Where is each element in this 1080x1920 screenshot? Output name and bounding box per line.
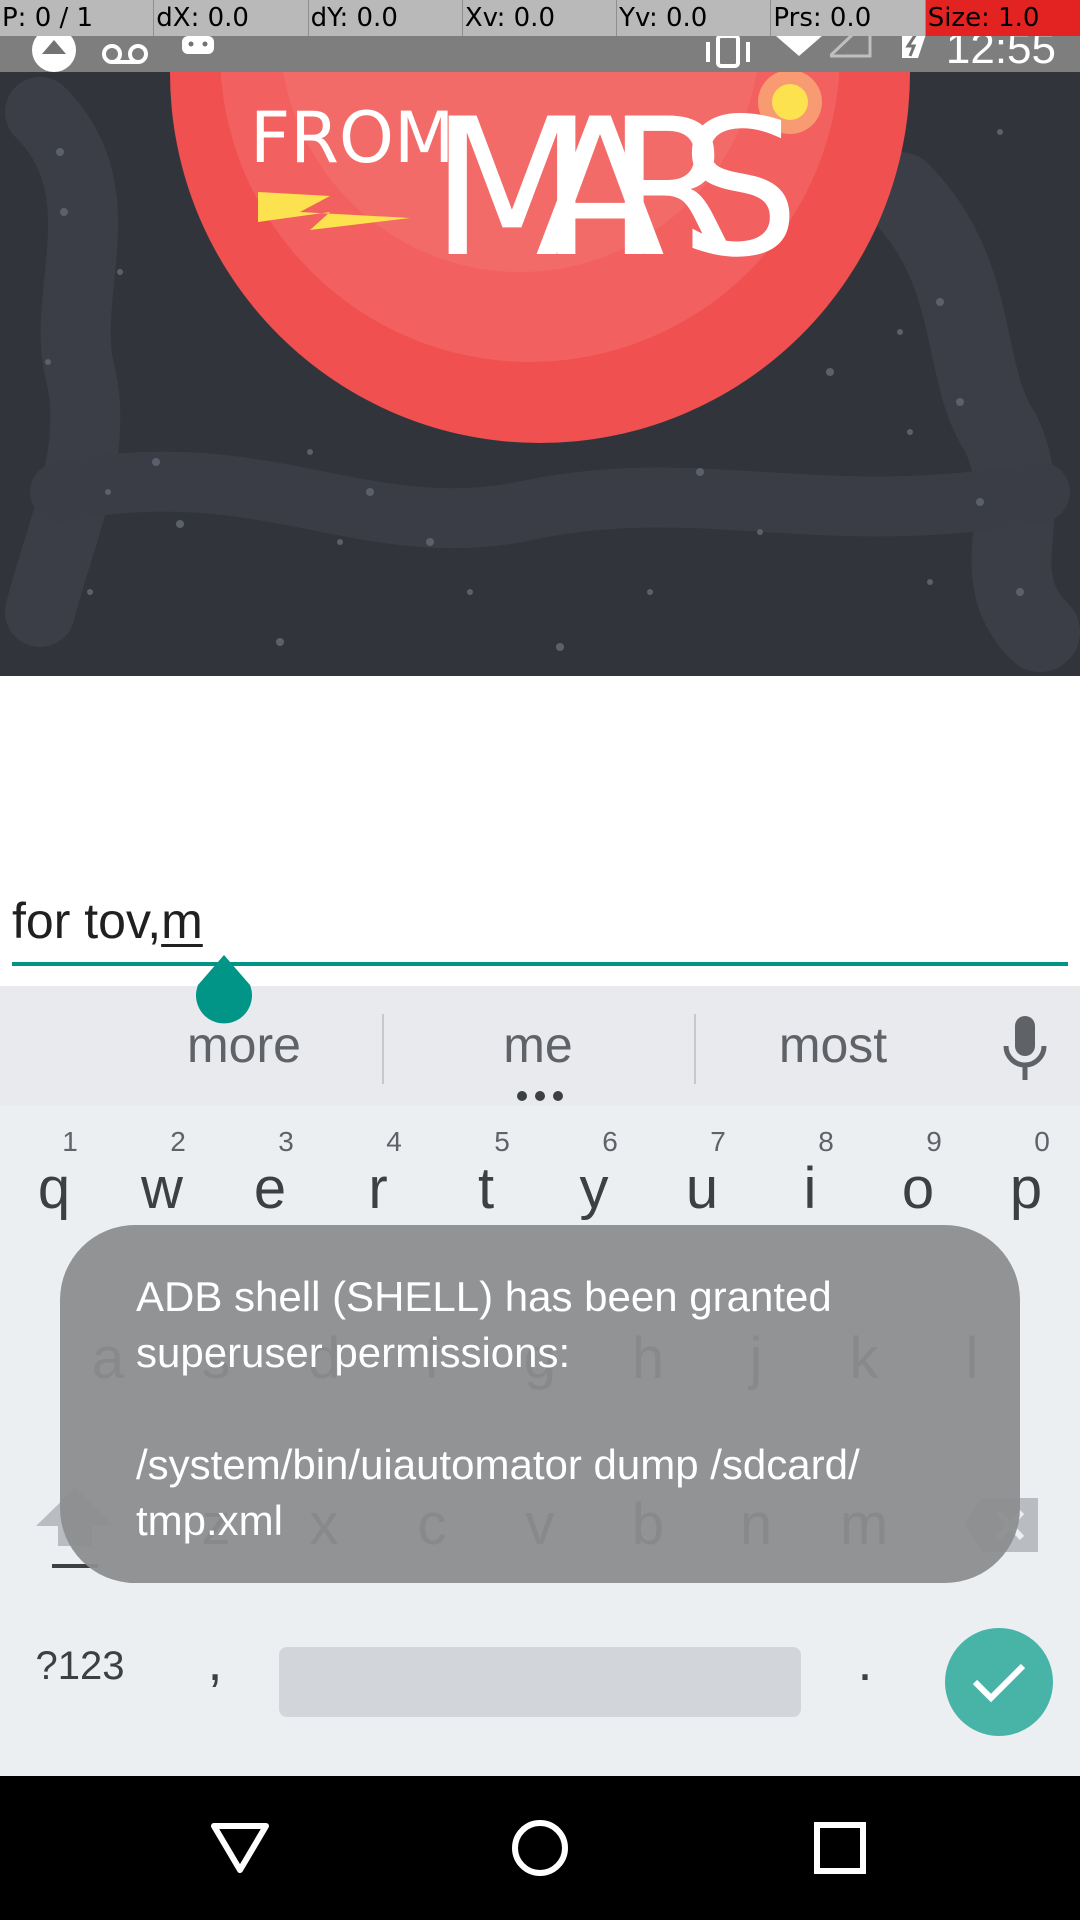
- text-cursor-handle[interactable]: [194, 955, 254, 1025]
- period-key[interactable]: .: [830, 1622, 900, 1702]
- notification-icon: [28, 36, 80, 72]
- key-label: e: [253, 1156, 287, 1221]
- signal-icon: [830, 36, 874, 72]
- pointer-location-overlay: P: 0 / 1 dX: 0.0 dY: 0.0 Xv: 0.0 Yv: 0.0…: [0, 0, 1080, 36]
- checkmark-icon: [972, 1663, 1026, 1703]
- toast-line-1: ADB shell (SHELL) has been granted: [136, 1273, 832, 1320]
- back-icon[interactable]: [198, 1806, 282, 1890]
- status-bar: 12:55: [0, 24, 1080, 73]
- key-label: i: [803, 1156, 817, 1221]
- battery-charging-icon: [898, 36, 930, 72]
- home-icon[interactable]: [498, 1806, 582, 1890]
- key-q[interactable]: 1q: [4, 1116, 104, 1236]
- toast-line-2: superuser permissions:: [136, 1329, 571, 1376]
- key-label: q: [37, 1156, 71, 1221]
- superuser-toast: ADB shell (SHELL) has been granted super…: [60, 1225, 1020, 1583]
- key-i[interactable]: 8i: [760, 1116, 860, 1236]
- key-o[interactable]: 9o: [868, 1116, 968, 1236]
- pointer-count: P: 0 / 1: [0, 0, 155, 36]
- key-label: o: [901, 1156, 935, 1221]
- key-w[interactable]: 2w: [112, 1116, 212, 1236]
- more-suggestions-icon[interactable]: [516, 1090, 564, 1102]
- symbols-key[interactable]: ?123: [20, 1626, 140, 1706]
- key-e[interactable]: 3e: [220, 1116, 320, 1236]
- suggestion-divider: [382, 1014, 384, 1084]
- space-key[interactable]: [279, 1647, 801, 1717]
- toast-line-3: /system/bin/uiautomator dump /sdcard/: [136, 1441, 860, 1488]
- suggestion-strip: more me most: [0, 986, 1080, 1106]
- pointer-dy: dY: 0.0: [309, 0, 463, 36]
- key-label: t: [477, 1156, 495, 1221]
- input-text: for tov,: [12, 893, 162, 949]
- key-u[interactable]: 7u: [652, 1116, 752, 1236]
- pointer-xv: Xv: 0.0: [463, 0, 618, 36]
- key-label: r: [368, 1156, 388, 1221]
- key-label: y: [579, 1156, 609, 1221]
- pointer-pressure: Prs: 0.0: [771, 0, 926, 36]
- pointer-dx: dX: 0.0: [154, 0, 309, 36]
- voicemail-icon: [100, 36, 150, 72]
- key-label: w: [141, 1156, 183, 1221]
- suggestion-2[interactable]: me: [388, 1010, 688, 1080]
- key-p[interactable]: 0p: [976, 1116, 1076, 1236]
- pointer-size: Size: 1.0: [925, 0, 1080, 36]
- hero-text-large: MARS: [430, 78, 800, 299]
- android-icon: [178, 36, 218, 72]
- vibrate-icon: [700, 36, 756, 72]
- suggestion-3[interactable]: most: [683, 1010, 983, 1080]
- wifi-icon: [776, 36, 822, 72]
- input-composing-text: m: [161, 893, 203, 949]
- key-r[interactable]: 4r: [328, 1116, 428, 1236]
- key-t[interactable]: 5t: [436, 1116, 536, 1236]
- navigation-bar: [0, 1776, 1080, 1920]
- pointer-yv: Yv: 0.0: [617, 0, 772, 36]
- key-label: p: [1009, 1156, 1043, 1221]
- mars-illustration: FROM MARS: [5, 72, 1080, 672]
- comma-key[interactable]: ,: [180, 1622, 250, 1702]
- message-input[interactable]: for tov, m: [12, 880, 1068, 966]
- recents-icon[interactable]: [798, 1806, 882, 1890]
- toast-line-4: tmp.xml: [136, 1497, 283, 1544]
- hero-artwork: FROM MARS: [0, 72, 1080, 676]
- key-label: u: [685, 1156, 719, 1221]
- hero-text-small: FROM: [250, 97, 454, 179]
- key-y[interactable]: 6y: [544, 1116, 644, 1236]
- enter-key[interactable]: [945, 1628, 1053, 1736]
- toast-spacer: [136, 1381, 960, 1437]
- microphone-icon[interactable]: [1000, 1016, 1050, 1086]
